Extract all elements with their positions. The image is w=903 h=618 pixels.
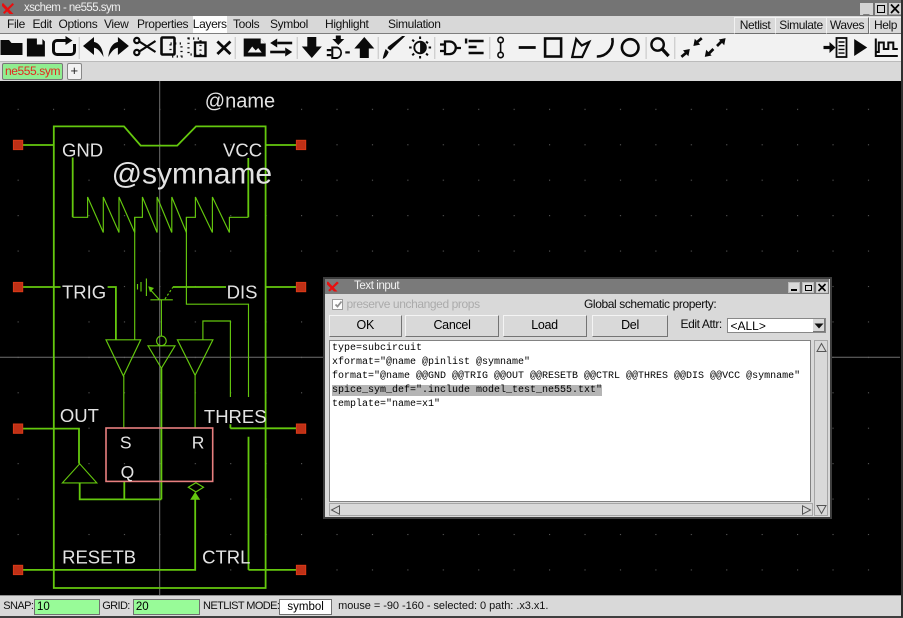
- svg-text:Q: Q: [121, 462, 135, 482]
- svg-text:OUT: OUT: [60, 405, 99, 426]
- svg-text:@name: @name: [205, 91, 275, 113]
- svg-text:CTRL: CTRL: [202, 546, 250, 567]
- svg-text:RESETB: RESETB: [62, 546, 136, 567]
- svg-text:DIS: DIS: [227, 282, 258, 303]
- svg-text:TRIG: TRIG: [62, 282, 106, 303]
- svg-text:S: S: [120, 433, 132, 453]
- svg-text:@symname: @symname: [112, 158, 273, 191]
- svg-text:R: R: [192, 433, 205, 453]
- svg-text:THRES: THRES: [204, 406, 267, 427]
- svg-text:GND: GND: [62, 140, 103, 161]
